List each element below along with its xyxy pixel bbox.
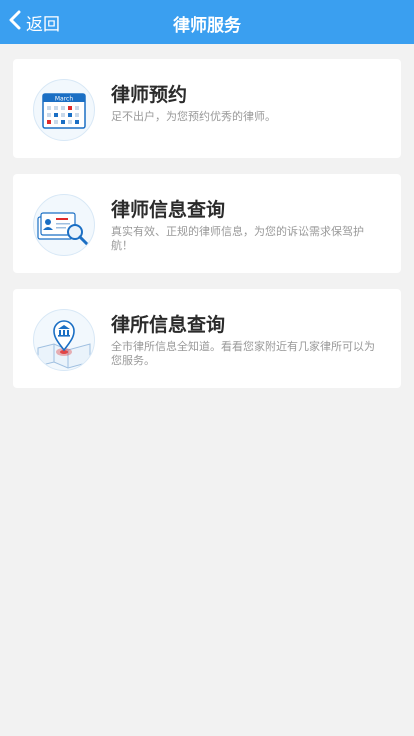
lawyer-appointment-card[interactable]: March 律师预约 足不出户，为您预约优秀的律师。 [13, 59, 401, 158]
law-firm-info-query-card[interactable]: 律所信息查询 全市律所信息全知道。看看您家附近有几家律所可以为您服务。 [13, 289, 401, 388]
calendar-icon: March [33, 79, 95, 141]
card-description: 足不出户，为您预约优秀的律师。 [111, 110, 276, 123]
law-firm-map-icon [33, 309, 95, 371]
card-description: 真实有效、正规的律师信息，为您的诉讼需求保驾护航！ [111, 225, 364, 252]
id-card-search-icon [33, 194, 95, 256]
top-bar: 返回 律师服务 [0, 0, 414, 44]
card-title: 律师信息查询 [111, 199, 226, 221]
card-title: 律所信息查询 [111, 314, 226, 336]
card-title: 律师预约 [111, 84, 188, 106]
page-title: 律师服务 [173, 16, 241, 36]
lawyer-info-query-card[interactable]: 律师信息查询 真实有效、正规的律师信息，为您的诉讼需求保驾护航！ [13, 174, 401, 273]
calendar-month-label: March [55, 96, 73, 103]
card-description: 全市律所信息全知道。看看您家附近有几家律所可以为您服务。 [111, 340, 375, 367]
